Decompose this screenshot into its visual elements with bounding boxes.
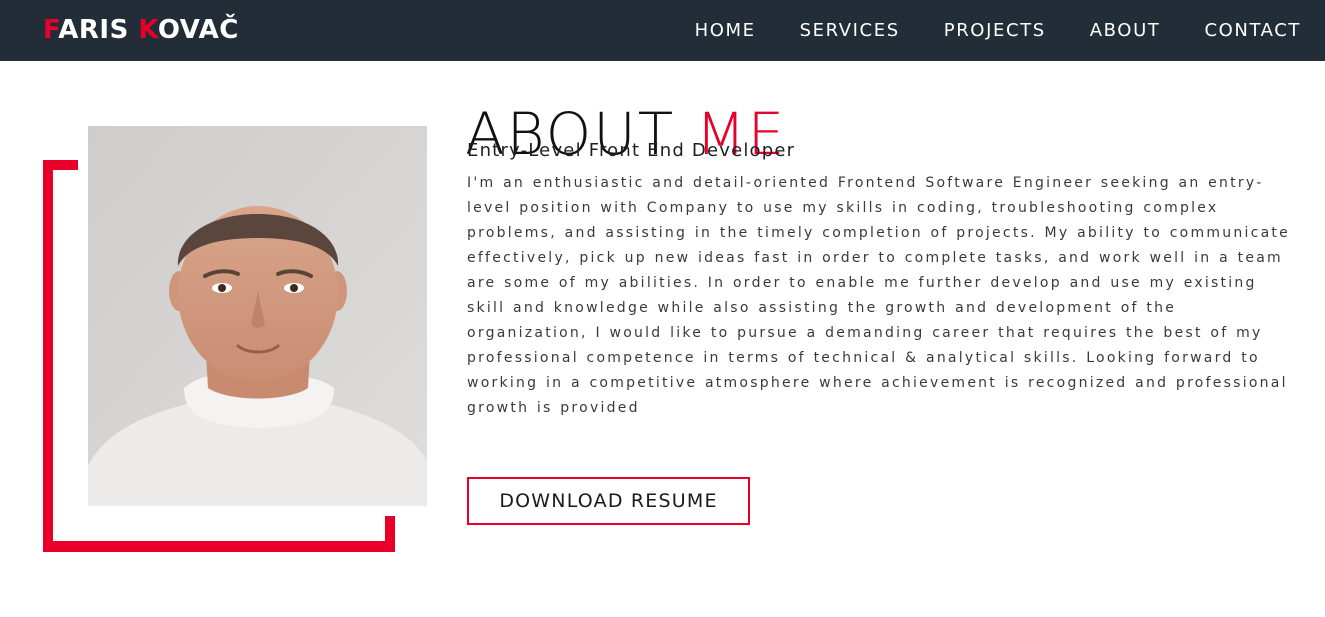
logo-last-rest: OVAČ [157, 15, 239, 45]
nav-link-projects[interactable]: PROJECTS [944, 20, 1046, 41]
download-resume-button[interactable]: DOWNLOAD RESUME [467, 477, 750, 525]
job-title: Entry-Level Front End Developer [467, 140, 796, 161]
logo-first-rest: ARIS [58, 15, 139, 45]
nav-link-home[interactable]: HOME [695, 20, 756, 41]
nav-link-about[interactable]: ABOUT [1090, 20, 1161, 41]
site-logo[interactable]: FARIS KOVAČ [43, 12, 239, 48]
photo-frame-right [385, 516, 395, 552]
nav-link-services[interactable]: SERVICES [800, 20, 900, 41]
bio-paragraph: I'm an enthusiastic and detail-oriented … [467, 175, 1291, 416]
profile-photo [88, 126, 427, 506]
nav-links: HOME SERVICES PROJECTS ABOUT CONTACT [695, 0, 1301, 61]
photo-frame-bottom [43, 541, 395, 552]
nav-link-contact[interactable]: CONTACT [1204, 20, 1301, 41]
portrait-illustration [88, 126, 427, 506]
photo-frame-left [43, 160, 53, 552]
logo-first-initial: F [43, 15, 59, 45]
navbar: FARIS KOVAČ HOME SERVICES PROJECTS ABOUT… [0, 0, 1325, 61]
logo-last-initial: K [138, 15, 158, 45]
